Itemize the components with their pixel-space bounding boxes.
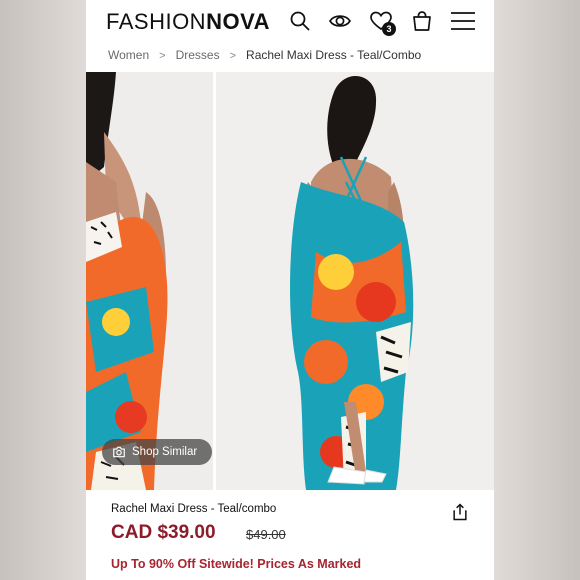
share-icon[interactable] xyxy=(450,502,470,522)
site-header: FASHIONNOVA 3 xyxy=(86,0,494,42)
site-logo[interactable]: FASHIONNOVA xyxy=(106,9,270,35)
product-title: Rachel Maxi Dress - Teal/combo xyxy=(111,503,277,515)
eye-icon[interactable] xyxy=(328,9,352,33)
breadcrumb-separator: > xyxy=(229,50,237,62)
breadcrumb: Women > Dresses > Rachel Maxi Dress - Teal/C… xyxy=(108,48,421,62)
product-gallery: Shop Similar xyxy=(86,72,494,490)
model-back-illustration xyxy=(216,72,494,490)
product-image-front-partial[interactable] xyxy=(86,72,213,490)
breadcrumb-item-dresses[interactable]: Dresses xyxy=(176,48,220,62)
product-price: CAD $39.00 xyxy=(111,522,216,543)
background-left xyxy=(0,0,86,580)
logo-text-nova: NOVA xyxy=(206,9,271,34)
promo-banner[interactable]: Up To 90% Off Sitewide! Prices As Marked xyxy=(111,557,361,571)
product-page: FASHIONNOVA 3 Women > Dresses > Rachel Maxi … xyxy=(86,0,494,580)
logo-text-fashion: FASHION xyxy=(106,9,207,34)
wishlist-count-badge: 3 xyxy=(382,22,396,36)
background-right xyxy=(494,0,580,580)
shop-similar-label: Shop Similar xyxy=(132,446,198,458)
breadcrumb-item-women[interactable]: Women xyxy=(108,48,149,62)
original-price: $49.00 xyxy=(246,527,286,542)
search-icon[interactable] xyxy=(288,9,312,33)
shop-similar-button[interactable]: Shop Similar xyxy=(102,439,212,465)
product-image-back[interactable] xyxy=(216,72,494,490)
camera-icon xyxy=(113,446,125,458)
bag-icon[interactable] xyxy=(410,9,434,33)
breadcrumb-separator: > xyxy=(159,50,166,62)
breadcrumb-item-current: Rachel Maxi Dress - Teal/Combo xyxy=(246,48,422,62)
model-front-illustration xyxy=(86,72,213,490)
menu-icon[interactable] xyxy=(450,9,476,33)
